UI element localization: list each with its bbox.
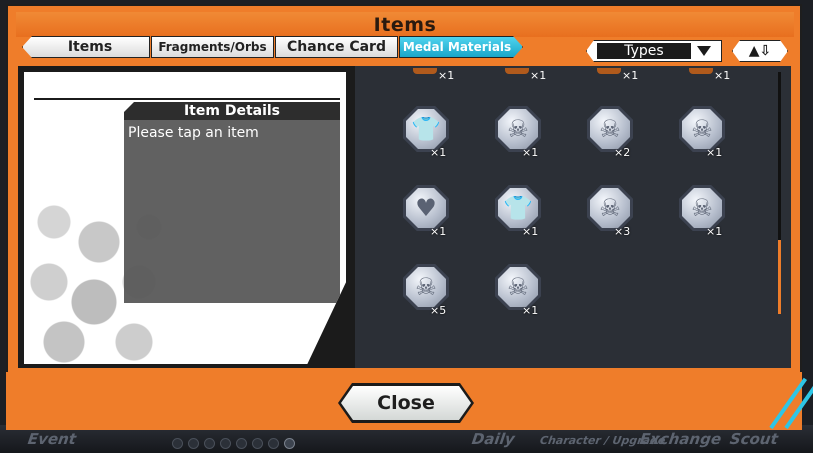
medal-item[interactable]: ♥ ×1 xyxy=(398,182,456,238)
item-count: ×1 xyxy=(530,69,547,82)
page-dot xyxy=(268,438,279,449)
item-count: ×1 xyxy=(430,146,447,159)
skull-icon: ☠ xyxy=(590,188,630,228)
page-dot-active xyxy=(284,438,295,449)
partial-item-medal[interactable] xyxy=(505,68,529,74)
bg-nav-exchange: Exchange xyxy=(638,430,723,448)
item-details-placeholder: Please tap an item xyxy=(128,125,259,141)
medal-item[interactable]: 👕 ×1 xyxy=(398,103,456,159)
bg-nav-daily: Daily xyxy=(470,430,516,448)
item-count: ×2 xyxy=(614,146,631,159)
medal-item[interactable]: ☠ ×2 xyxy=(582,103,640,159)
item-count: ×1 xyxy=(522,304,539,317)
item-count: ×1 xyxy=(714,69,731,82)
skull-icon: ☠ xyxy=(682,188,722,228)
item-count: ×1 xyxy=(438,69,455,82)
page-dot xyxy=(204,438,215,449)
tab-items[interactable]: Items xyxy=(22,36,150,58)
item-count: ×5 xyxy=(430,304,447,317)
types-dropdown-label: Types xyxy=(597,43,691,59)
sort-button[interactable]: ▲⇩ xyxy=(732,40,788,62)
skull-icon: ☠ xyxy=(406,267,446,307)
sort-up-down-icon: ▲⇩ xyxy=(748,43,772,59)
medal-item[interactable]: 👕 ×1 xyxy=(490,182,548,238)
item-count: ×1 xyxy=(706,225,723,238)
heart-icon: ♥ xyxy=(406,188,446,228)
partial-item-medal[interactable] xyxy=(413,68,437,74)
decor-stripe xyxy=(784,385,813,430)
category-tabs: Items Fragments/Orbs Chance Card Medal M… xyxy=(22,36,524,60)
partial-item-medal[interactable] xyxy=(597,68,621,74)
tab-medal-materials[interactable]: Medal Materials xyxy=(399,36,523,58)
medal-item[interactable]: ☠ ×3 xyxy=(582,182,640,238)
item-count: ×1 xyxy=(622,69,639,82)
title-bar: Items xyxy=(16,12,794,37)
skull-icon: ☠ xyxy=(682,109,722,149)
bg-nav-scout: Scout xyxy=(728,430,780,448)
scrollbar-thumb[interactable] xyxy=(778,240,781,314)
skull-icon: ☠ xyxy=(498,267,538,307)
page-dot xyxy=(188,438,199,449)
skull-icon: ☠ xyxy=(498,109,538,149)
close-button[interactable]: Close xyxy=(338,383,474,423)
chevron-down-icon xyxy=(697,46,711,56)
types-dropdown[interactable]: Types xyxy=(586,40,722,62)
page-dot xyxy=(172,438,183,449)
medal-item[interactable]: ☠ ×1 xyxy=(490,261,548,317)
medal-item[interactable]: ☠ ×1 xyxy=(490,103,548,159)
item-count: ×1 xyxy=(522,225,539,238)
item-count: ×1 xyxy=(522,146,539,159)
page-dot xyxy=(220,438,231,449)
shirt-icon: 👕 xyxy=(406,109,446,149)
item-preview-area: Item Details Please tap an item xyxy=(24,72,346,364)
item-count: ×1 xyxy=(706,146,723,159)
divider xyxy=(34,98,340,100)
dialog-title: Items xyxy=(373,14,437,36)
item-details-panel: Item Details Please tap an item xyxy=(18,66,353,368)
tab-fragments-orbs[interactable]: Fragments/Orbs xyxy=(151,36,274,58)
medal-item[interactable]: ☠ ×5 xyxy=(398,261,456,317)
tab-chance-card[interactable]: Chance Card xyxy=(275,36,398,58)
item-count: ×3 xyxy=(614,225,631,238)
partial-item-medal[interactable] xyxy=(689,68,713,74)
shirt-icon: 👕 xyxy=(498,188,538,228)
page-indicator xyxy=(172,438,295,449)
medal-item[interactable]: ☠ ×1 xyxy=(674,182,732,238)
page-dot xyxy=(252,438,263,449)
item-details-body: Please tap an item xyxy=(124,120,340,303)
medal-item[interactable]: ☠ ×1 xyxy=(674,103,732,159)
close-button-label: Close xyxy=(341,386,471,420)
bg-nav-event: Event xyxy=(26,430,78,448)
item-details-header: Item Details xyxy=(124,102,340,120)
page-dot xyxy=(236,438,247,449)
item-count: ×1 xyxy=(430,225,447,238)
skull-icon: ☠ xyxy=(590,109,630,149)
